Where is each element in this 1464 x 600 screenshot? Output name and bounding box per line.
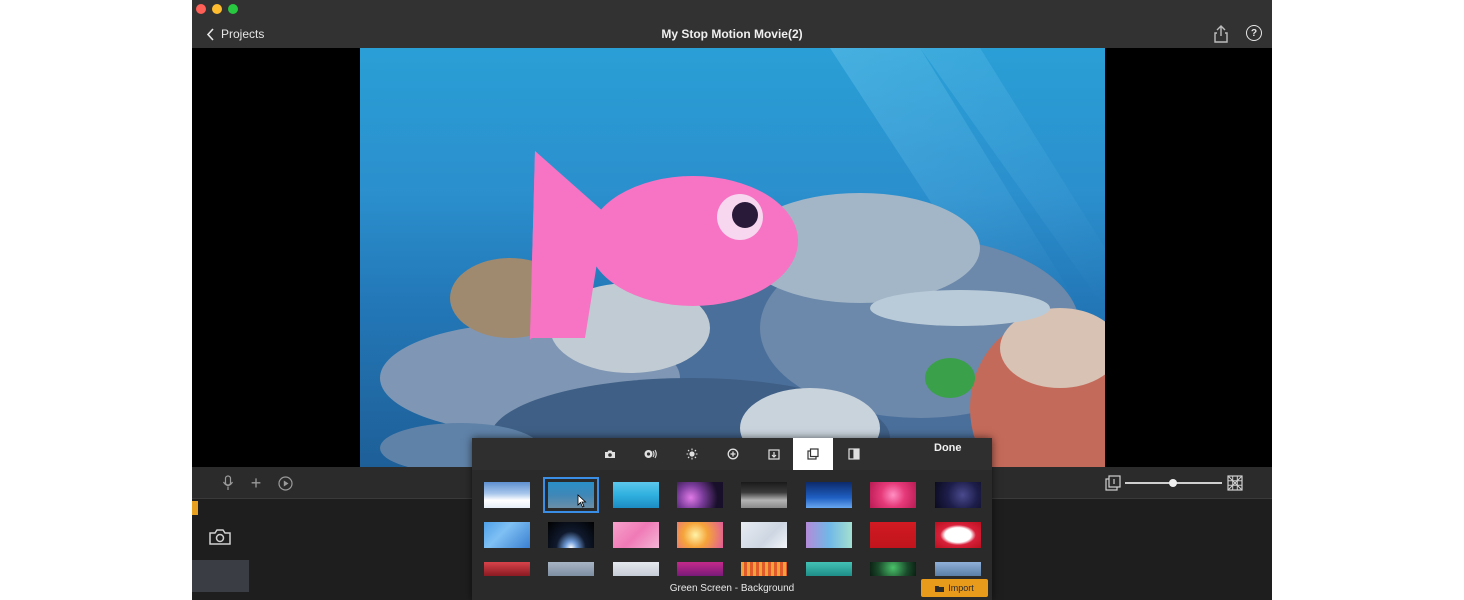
capture-frame-button[interactable] (208, 528, 232, 546)
background-thumbnail-teal[interactable] (806, 562, 852, 576)
preview-frame[interactable] (360, 48, 1105, 467)
plus-icon: + (250, 473, 262, 493)
background-thumbnail-gray-cloud[interactable] (548, 562, 594, 576)
split-screen-icon (848, 448, 860, 460)
minimize-window-button[interactable] (212, 4, 222, 14)
green-screen-background-tool[interactable] (793, 438, 833, 470)
background-thumbnail-golden-bokeh[interactable] (677, 522, 723, 548)
background-thumbnail-magenta[interactable] (677, 562, 723, 576)
background-thumbnail-underwater[interactable] (543, 477, 599, 513)
add-button[interactable]: + (248, 473, 264, 493)
remote-key-icon (644, 449, 657, 459)
background-thumbnail-galaxy[interactable] (935, 482, 981, 508)
import-frame-tool[interactable] (754, 438, 794, 470)
onion-skin-icon (1105, 475, 1121, 491)
background-picker-panel: Done Green Screen - Background Import (472, 438, 992, 600)
background-thumbnail-sunburst[interactable] (741, 562, 787, 576)
play-button[interactable] (277, 475, 293, 491)
background-thumbnail-red[interactable] (870, 522, 916, 548)
category-label: Green Screen - Background (669, 583, 795, 594)
microphone-button[interactable] (220, 475, 236, 491)
background-thumbnail-snow[interactable] (741, 522, 787, 548)
background-thumbnail-ocean[interactable] (613, 482, 659, 508)
panel-toolbar: Done (472, 438, 992, 470)
done-button[interactable]: Done (934, 442, 962, 460)
background-icon (807, 448, 819, 460)
frame-thumbnail[interactable] (192, 560, 249, 592)
camera-settings-tool[interactable] (590, 438, 630, 470)
maximize-window-button[interactable] (228, 4, 238, 14)
split-screen-tool[interactable] (834, 438, 874, 470)
import-frame-icon (768, 449, 780, 460)
grid-button[interactable] (1227, 475, 1243, 491)
background-thumbnail-pink-glow[interactable] (870, 482, 916, 508)
help-icon: ? (1250, 27, 1258, 39)
onion-skin-button[interactable] (1105, 475, 1121, 491)
import-button[interactable]: Import (921, 579, 988, 597)
background-thumbnail-red-stripes[interactable] (484, 562, 530, 576)
zoom-tool[interactable] (713, 438, 753, 470)
title-bar: Projects My Stop Motion Movie(2) ? (192, 0, 1272, 48)
help-button[interactable]: ? (1246, 25, 1262, 41)
background-thumbnail-green-sparkle[interactable] (870, 562, 916, 576)
window-title: My Stop Motion Movie(2) (661, 27, 803, 41)
background-thumbnail-silver[interactable] (613, 562, 659, 576)
import-label: Import (948, 583, 974, 593)
playhead-marker[interactable] (192, 501, 198, 515)
remote-capture-tool[interactable] (631, 438, 671, 470)
background-thumbnail-purple-planet[interactable] (677, 482, 723, 508)
zoom-slider-thumb[interactable] (1169, 479, 1177, 487)
microphone-icon (222, 475, 234, 490)
background-thumbnail-earth-sunrise[interactable] (548, 522, 594, 548)
underwater-coral-scene (380, 48, 1105, 467)
share-icon (1214, 25, 1228, 43)
camera-icon (209, 529, 231, 545)
camera-icon (605, 450, 615, 458)
share-button[interactable] (1212, 24, 1230, 44)
background-thumbnail-pink-petals[interactable] (613, 522, 659, 548)
preview-area (192, 48, 1272, 467)
background-thumbnail-pastel-glitter[interactable] (806, 522, 852, 548)
brightness-tool[interactable] (672, 438, 712, 470)
folder-icon (935, 585, 945, 592)
background-thumbnail-moon-surface[interactable] (741, 482, 787, 508)
background-thumbnail-clouds[interactable] (484, 482, 530, 508)
background-thumbnail-blue-sparkle[interactable] (484, 522, 530, 548)
close-window-button[interactable] (196, 4, 206, 14)
brightness-icon (686, 448, 698, 460)
grid-icon (1227, 475, 1243, 491)
play-circle-icon (277, 475, 293, 491)
background-thumbnail-red-frame[interactable] (935, 522, 981, 548)
cursor-icon (577, 494, 587, 508)
background-thumbnail-blue-horizon[interactable] (806, 482, 852, 508)
zoom-icon (727, 448, 739, 460)
background-thumbnail-sky[interactable] (935, 562, 981, 576)
